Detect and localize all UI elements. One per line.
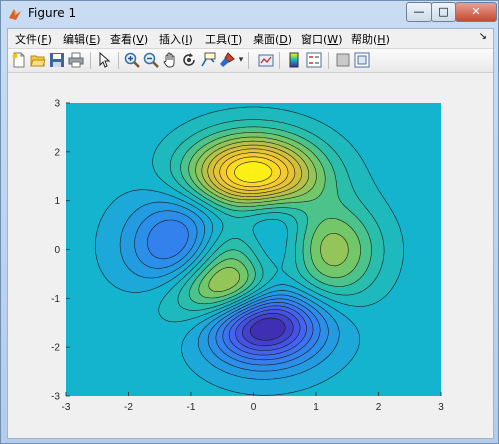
maximize-icon: □ [438,5,449,18]
y-tick-label: -1 [51,294,60,305]
open-file-icon[interactable] [30,52,46,68]
minimize-button[interactable]: — [406,2,432,22]
show-plot-tools-icon[interactable] [354,52,370,68]
close-icon: ✕ [471,5,481,18]
y-tick-label: 1 [54,196,60,207]
title-bar[interactable]: Figure 1 — □ ✕ [1,1,498,26]
rotate-3d-icon[interactable] [181,52,197,68]
y-tick-label: 2 [54,147,60,158]
figure-window: Figure 1 — □ ✕ 文件(F) 编辑(E) 查看(V) 插入(I) 工… [0,0,499,444]
pointer-icon[interactable] [96,52,112,68]
contour-fill [66,103,441,396]
x-tick-label: 2 [376,402,382,413]
toolbar-separator [279,52,280,69]
menu-file[interactable]: 文件(F) [15,31,52,47]
matlab-logo-icon [9,9,21,20]
x-tick-label: 1 [313,402,319,413]
figure-canvas[interactable]: -3 -2 -1 0 1 2 3 -3 -2 -1 0 1 2 3 [8,73,493,438]
dock-arrow-icon[interactable]: ↘ [479,31,487,42]
x-tick-label: -1 [187,402,196,413]
figure-toolbar: ▾ [8,48,493,73]
x-tick-label: 0 [251,402,257,413]
maximize-button[interactable]: □ [431,2,456,22]
menu-tools[interactable]: 工具(T) [205,31,242,47]
toolbar-separator [90,52,91,69]
zoom-in-icon[interactable] [124,52,140,68]
minimize-icon: — [413,5,425,18]
y-tick-label: -3 [51,392,60,403]
contour-plot[interactable]: -3 -2 -1 0 1 2 3 -3 -2 -1 0 1 2 3 [8,73,493,438]
y-tick-label: -2 [51,343,60,354]
data-cursor-icon[interactable] [200,52,216,68]
x-tick-label: -2 [124,402,133,413]
menu-help[interactable]: 帮助(H) [351,31,390,47]
menu-bar: 文件(F) 编辑(E) 查看(V) 插入(I) 工具(T) 桌面(D) 窗口(W… [8,29,493,48]
colorbar-icon[interactable] [286,52,302,68]
window-title: Figure 1 [28,6,77,20]
y-tick-label: 3 [54,99,60,110]
print-icon[interactable] [68,52,84,68]
figure-client-area: 文件(F) 编辑(E) 查看(V) 插入(I) 工具(T) 桌面(D) 窗口(W… [7,28,494,439]
hide-plot-tools-icon[interactable] [335,52,351,68]
toolbar-separator [118,52,119,69]
close-button[interactable]: ✕ [455,2,497,22]
save-icon[interactable] [49,52,65,68]
menu-window[interactable]: 窗口(W) [301,31,342,47]
y-tick-label: 0 [54,245,60,256]
zoom-out-icon[interactable] [143,52,159,68]
toolbar-separator [248,52,249,69]
toolbar-separator [328,52,329,69]
x-tick-label: 3 [438,402,444,413]
menu-insert[interactable]: 插入(I) [159,31,193,47]
legend-icon[interactable] [306,52,322,68]
brush-dropdown-icon[interactable]: ▾ [233,52,249,68]
new-figure-icon[interactable] [11,52,27,68]
menu-view[interactable]: 查看(V) [110,31,148,47]
pan-hand-icon[interactable] [162,52,178,68]
link-plot-icon[interactable] [258,52,274,68]
x-tick-label: -3 [62,402,71,413]
menu-edit[interactable]: 编辑(E) [63,31,101,47]
menu-desktop[interactable]: 桌面(D) [253,31,292,47]
